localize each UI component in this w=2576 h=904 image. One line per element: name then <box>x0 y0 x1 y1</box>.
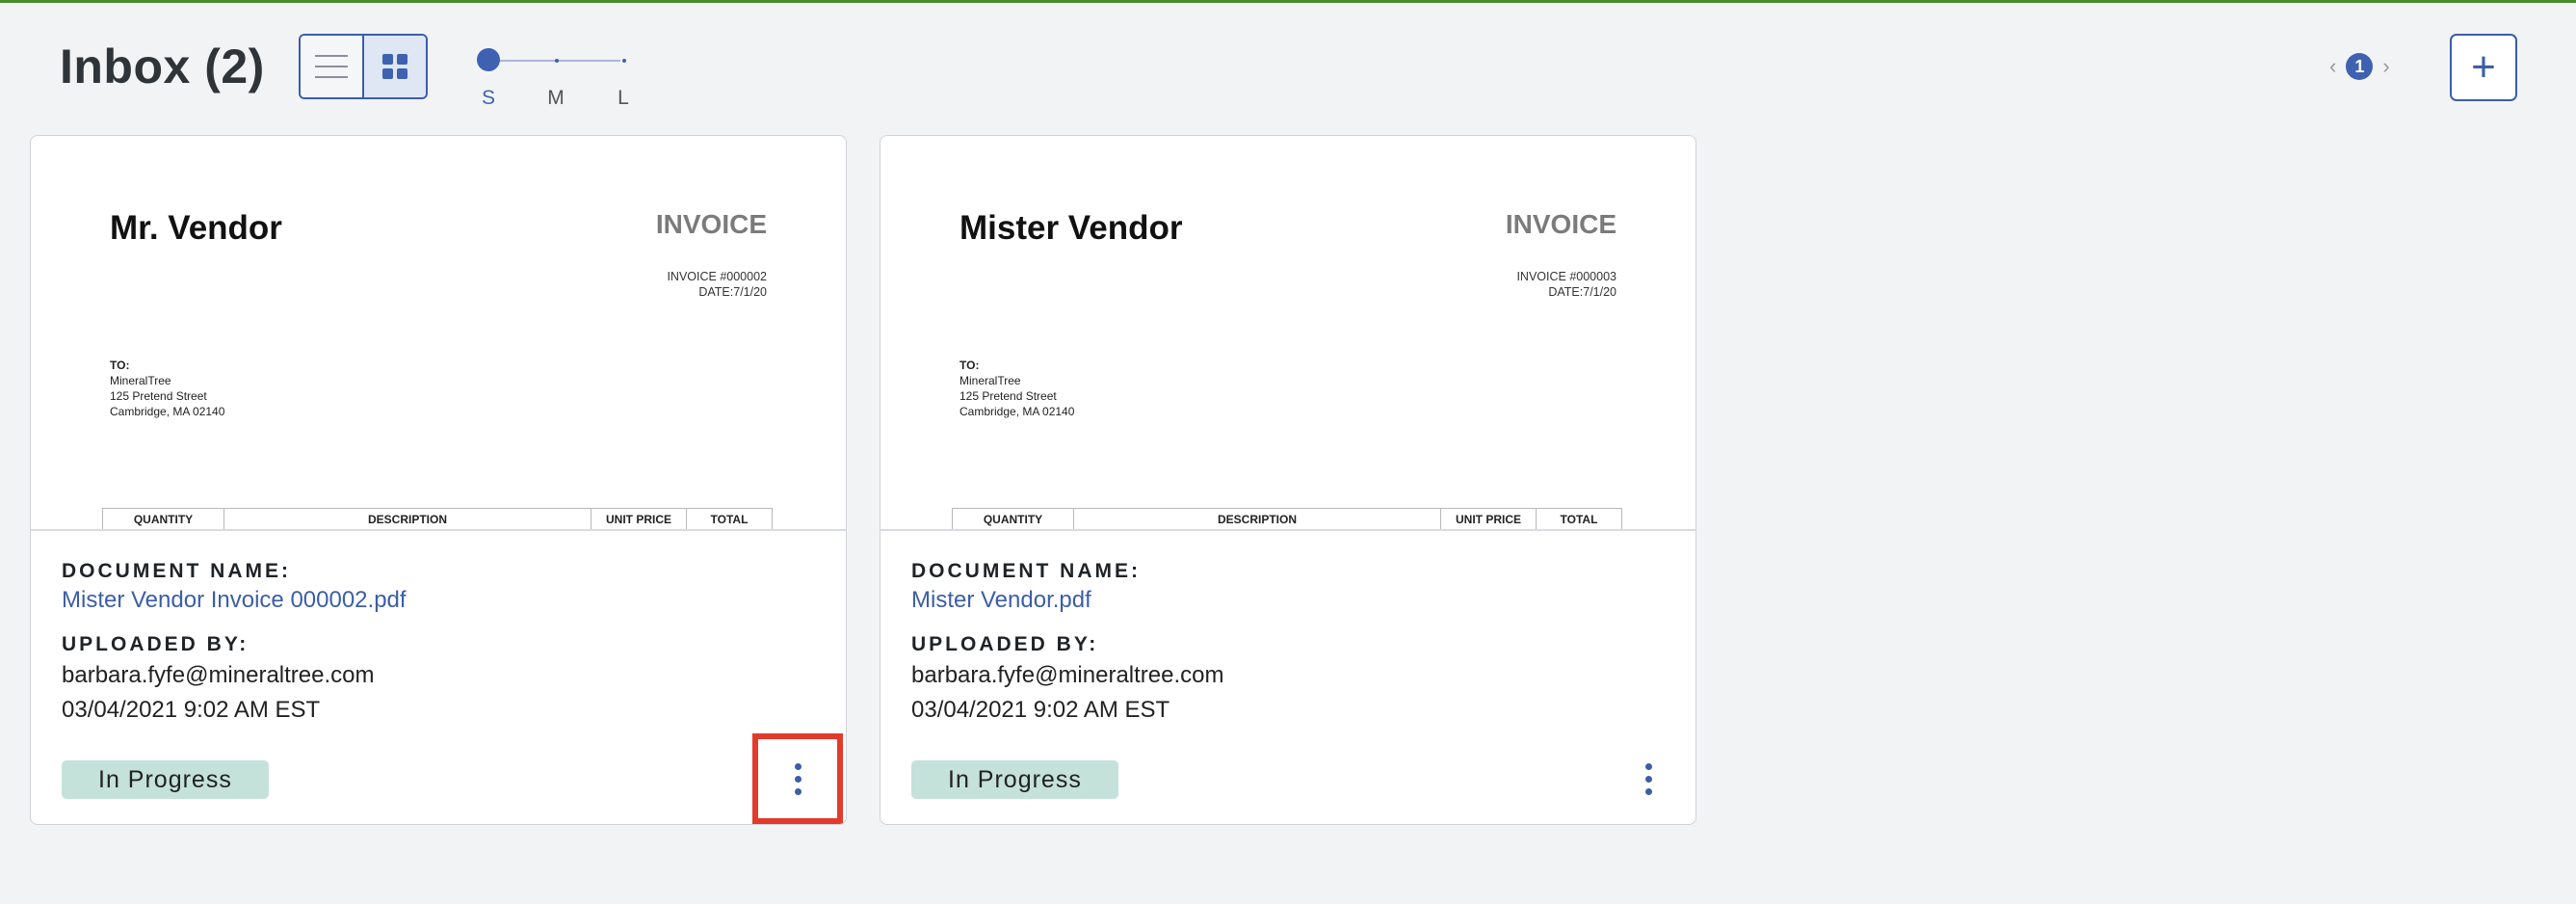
preview-invoice-meta: INVOICE #000003 DATE:7/1/20 <box>1516 269 1617 300</box>
preview-invoice-date: DATE:7/1/20 <box>1548 285 1617 299</box>
preview-invoice-date: DATE:7/1/20 <box>698 285 767 299</box>
preview-col-quantity: QUANTITY <box>103 509 224 529</box>
preview-col-description: DESCRIPTION <box>1074 509 1441 529</box>
invoice-preview[interactable]: Mister Vendor INVOICE INVOICE #000003 DA… <box>881 136 1695 531</box>
uploaded-by-label: UPLOADED BY: <box>62 633 250 655</box>
more-vertical-icon <box>794 762 802 770</box>
size-label-m[interactable]: M <box>546 87 565 110</box>
status-badge: In Progress <box>62 760 269 799</box>
preview-invoice-title: INVOICE <box>655 209 767 239</box>
document-card[interactable]: Mister Vendor INVOICE INVOICE #000003 DA… <box>880 135 1696 825</box>
preview-address-line: MineralTree <box>959 374 1021 387</box>
preview-vendor-name: Mr. Vendor <box>110 209 282 247</box>
document-info: DOCUMENT NAME: Mister Vendor.pdf UPLOADE… <box>911 560 1665 724</box>
preview-to-label: TO: <box>110 359 130 372</box>
preview-col-description: DESCRIPTION <box>224 509 591 529</box>
document-name-label: DOCUMENT NAME: <box>62 560 291 582</box>
plus-icon: + <box>2471 43 2496 91</box>
grid-view-icon <box>382 54 407 79</box>
preview-items-header: QUANTITY DESCRIPTION UNIT PRICE TOTAL <box>952 508 1622 529</box>
preview-invoice-meta: INVOICE #000002 DATE:7/1/20 <box>667 269 767 300</box>
preview-invoice-number: INVOICE #000002 <box>667 270 767 283</box>
preview-col-unit-price: UNIT PRICE <box>1441 509 1537 529</box>
preview-address: TO: MineralTree 125 Pretend Street Cambr… <box>110 358 224 419</box>
upload-timestamp: 03/04/2021 9:02 AM EST <box>911 697 1170 723</box>
uploaded-by-label: UPLOADED BY: <box>911 633 1099 655</box>
document-card[interactable]: Mr. Vendor INVOICE INVOICE #000002 DATE:… <box>30 135 847 825</box>
status-badge: In Progress <box>911 760 1118 799</box>
grid-view-button[interactable] <box>364 36 426 97</box>
preview-address-line: 125 Pretend Street <box>110 389 207 403</box>
list-view-button[interactable] <box>301 36 364 97</box>
document-name-link[interactable]: Mister Vendor Invoice 000002.pdf <box>62 587 815 614</box>
preview-items-header: QUANTITY DESCRIPTION UNIT PRICE TOTAL <box>102 508 773 529</box>
more-vertical-icon <box>1644 762 1652 770</box>
preview-vendor-name: Mister Vendor <box>959 209 1183 247</box>
document-name-link[interactable]: Mister Vendor.pdf <box>911 587 1665 614</box>
preview-address: TO: MineralTree 125 Pretend Street Cambr… <box>959 358 1074 419</box>
thumbnail-size-slider[interactable]: S M L <box>474 48 638 116</box>
slider-knob[interactable] <box>477 48 500 71</box>
current-page[interactable]: 1 <box>2346 53 2374 80</box>
preview-address-line: Cambridge, MA 02140 <box>110 405 225 418</box>
preview-col-total: TOTAL <box>1560 512 1598 526</box>
view-toggle <box>299 34 428 99</box>
preview-to-label: TO: <box>959 359 980 372</box>
preview-address-line: MineralTree <box>110 374 171 387</box>
preview-col-total: TOTAL <box>710 512 749 526</box>
slider-tick-l <box>622 59 626 63</box>
more-options-button[interactable] <box>1603 733 1694 824</box>
document-info: DOCUMENT NAME: Mister Vendor Invoice 000… <box>62 560 815 724</box>
slider-tick-m <box>555 59 559 63</box>
preview-invoice-number: INVOICE #000003 <box>1516 270 1617 283</box>
pagination: ‹ 1 › <box>2329 53 2390 80</box>
page-title: Inbox (2) <box>60 40 265 93</box>
document-name-label: DOCUMENT NAME: <box>911 560 1141 582</box>
add-document-button[interactable]: + <box>2450 34 2517 101</box>
preview-address-line: 125 Pretend Street <box>959 389 1057 403</box>
prev-page-icon[interactable]: ‹ <box>2329 54 2336 79</box>
preview-address-line: Cambridge, MA 02140 <box>959 405 1075 418</box>
uploader-email: barbara.fyfe@mineraltree.com <box>911 662 1224 688</box>
size-label-l[interactable]: L <box>614 87 633 110</box>
preview-invoice-title: INVOICE <box>1505 209 1617 239</box>
next-page-icon[interactable]: › <box>2382 54 2389 79</box>
more-options-button[interactable] <box>752 733 843 824</box>
list-view-icon <box>315 55 348 78</box>
preview-col-quantity: QUANTITY <box>953 509 1074 529</box>
top-accent-line <box>0 0 2576 3</box>
size-label-s[interactable]: S <box>479 87 498 110</box>
preview-col-unit-price: UNIT PRICE <box>591 509 687 529</box>
upload-timestamp: 03/04/2021 9:02 AM EST <box>62 697 321 723</box>
invoice-preview[interactable]: Mr. Vendor INVOICE INVOICE #000002 DATE:… <box>31 136 846 531</box>
uploader-email: barbara.fyfe@mineraltree.com <box>62 662 375 688</box>
